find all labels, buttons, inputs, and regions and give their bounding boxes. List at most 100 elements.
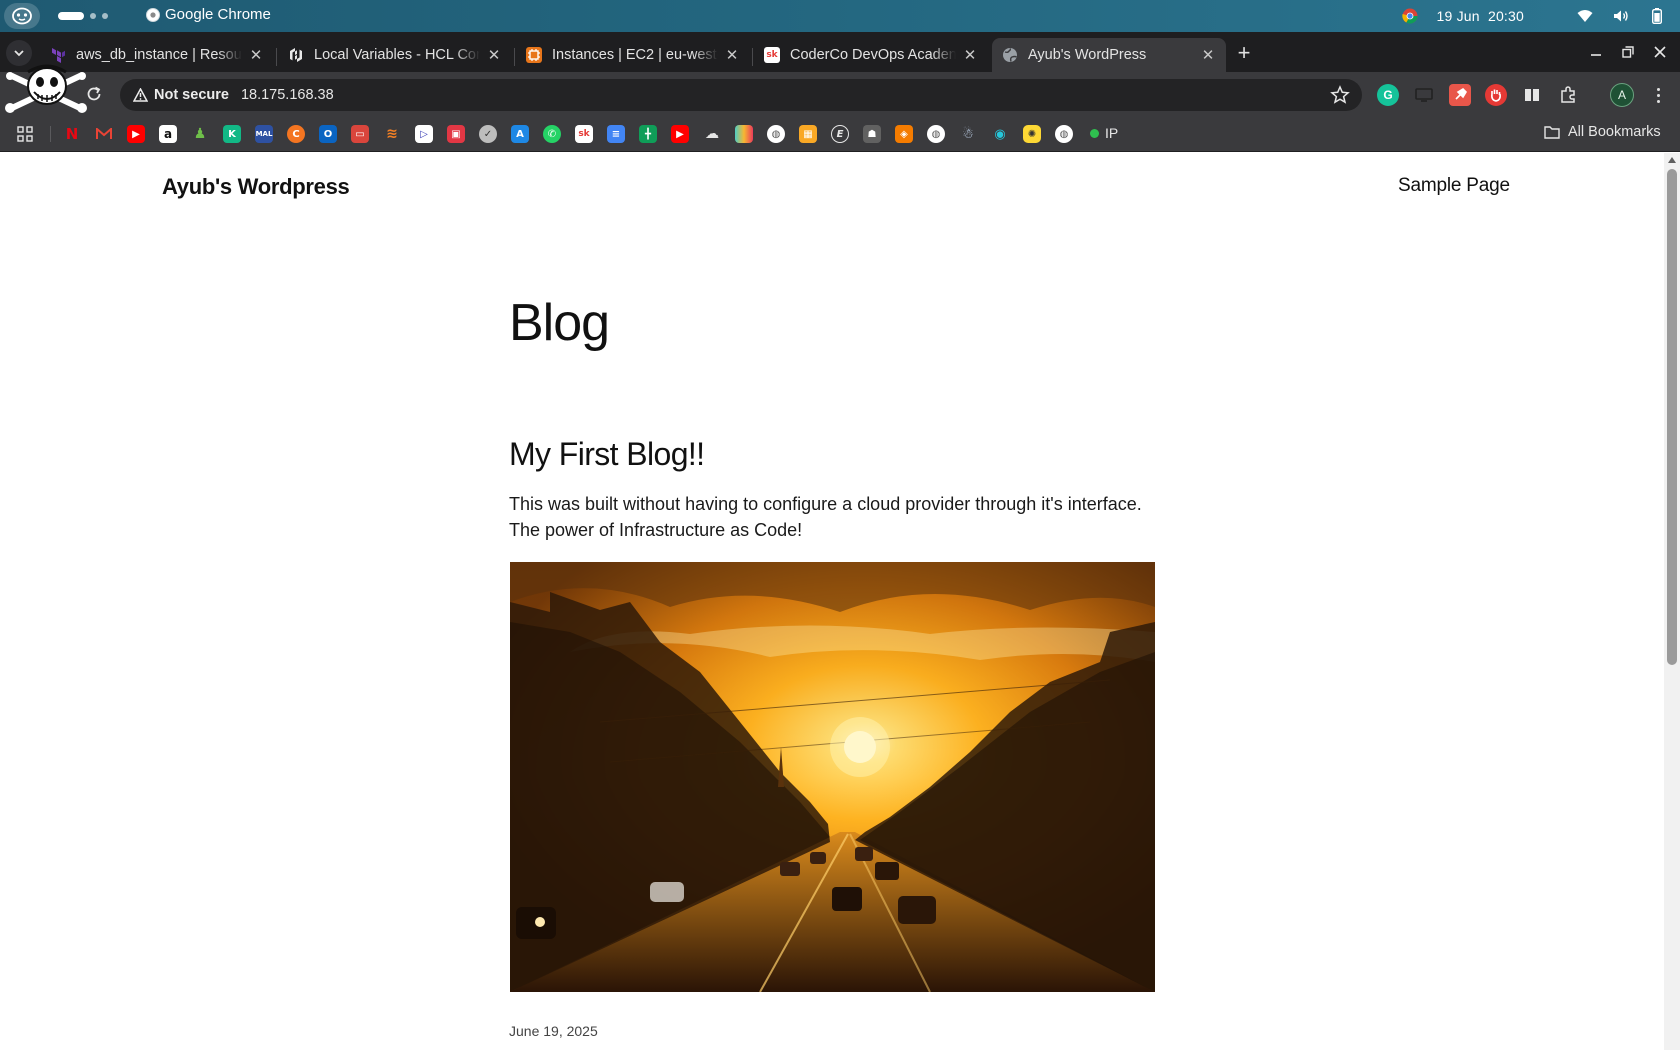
mal-bookmark-icon[interactable]: MAL (255, 125, 273, 143)
workspace-dot[interactable] (102, 13, 108, 19)
screen-cast-extension-icon[interactable] (1413, 84, 1435, 106)
close-tab-icon[interactable]: ✕ (962, 46, 978, 64)
globe-icon (1002, 47, 1018, 63)
box-bookmark-icon[interactable]: ▦ (799, 125, 817, 143)
security-label: Not secure (154, 87, 229, 103)
bus-bookmark-icon[interactable]: ▣ (447, 125, 465, 143)
globe-bookmark-icon-2[interactable]: ◍ (927, 125, 945, 143)
youtube-bookmark-icon[interactable]: ▶ (127, 125, 145, 143)
skool-bookmark-icon[interactable]: sk (575, 125, 593, 143)
tab-separator (514, 48, 515, 66)
aws-bookmark-icon[interactable]: ◈ (895, 125, 913, 143)
volume-icon[interactable] (1612, 7, 1630, 25)
close-icon (1654, 46, 1666, 58)
close-tab-icon[interactable]: ✕ (1200, 46, 1216, 64)
scroll-up-arrow-icon[interactable] (1668, 157, 1676, 163)
profile-avatar[interactable]: A (1610, 83, 1634, 107)
all-bookmarks-button[interactable]: All Bookmarks (1544, 124, 1661, 140)
battery-icon[interactable] (1648, 7, 1666, 25)
cloud-bookmark-icon[interactable]: ☁ (703, 125, 721, 143)
k-bookmark-icon[interactable]: K (223, 125, 241, 143)
chrome-icon (146, 7, 160, 22)
crunchyroll-bookmark-icon[interactable]: C (287, 125, 305, 143)
post-featured-image[interactable] (510, 562, 1155, 992)
page-title: Blog (509, 294, 610, 352)
nav-sample-page-link[interactable]: Sample Page (1398, 175, 1510, 197)
a-bookmark-icon[interactable]: A (511, 125, 529, 143)
apps-grid-icon[interactable] (16, 125, 34, 143)
minimize-window-button[interactable] (1584, 40, 1608, 64)
tab-ec2-instances[interactable]: Instances | EC2 | eu-west- ✕ (516, 38, 750, 72)
check-bookmark-icon[interactable]: ✓ (479, 125, 497, 143)
os-launcher-icon[interactable] (4, 3, 40, 29)
restore-window-button[interactable] (1616, 40, 1640, 64)
skool-icon: sk (764, 47, 780, 63)
tab-ayubs-wordpress[interactable]: Ayub's WordPress ✕ (992, 38, 1226, 72)
new-tab-button[interactable]: + (1232, 42, 1256, 66)
prime-bookmark-icon[interactable]: ▷ (415, 125, 433, 143)
youtube-bookmark-icon-2[interactable]: ▶ (671, 125, 689, 143)
close-window-button[interactable] (1648, 40, 1672, 64)
docs-bookmark-icon[interactable]: ≡ (607, 125, 625, 143)
train-bookmark-icon[interactable]: ▭ (351, 125, 369, 143)
amazon-bookmark-icon[interactable]: a (159, 125, 177, 143)
post-excerpt-line: This was built without having to configu… (509, 494, 1142, 514)
tab-label: aws_db_instance | Resou (76, 47, 242, 63)
grammarly-extension-icon[interactable]: G (1377, 84, 1399, 106)
bookmark-star-icon[interactable] (1330, 85, 1350, 105)
tab-label: Instances | EC2 | eu-west- (552, 47, 718, 63)
chess-bookmark-icon[interactable]: ♟ (191, 125, 209, 143)
workspace-dot[interactable] (90, 13, 96, 19)
post-title-link[interactable]: My First Blog!! (509, 436, 705, 473)
tab-label: CoderCo DevOps Acaden (790, 47, 956, 63)
snow-cloud-bookmark-icon[interactable]: ☃ (959, 125, 977, 143)
workspace-active[interactable] (58, 12, 84, 20)
whatsapp-bookmark-icon[interactable]: ✆ (543, 125, 561, 143)
tab-strip: aws_db_instance | Resou ✕ Local Variable… (0, 32, 1680, 72)
globe-bookmark-icon-3[interactable]: ◍ (1055, 125, 1073, 143)
mask-bookmark-icon[interactable]: ☗ (863, 125, 881, 143)
warning-icon (133, 88, 148, 102)
yellow-bookmark-icon[interactable]: ✺ (1023, 125, 1041, 143)
close-tab-icon[interactable]: ✕ (724, 46, 740, 64)
chevron-down-icon (14, 49, 24, 56)
tab-search-button[interactable] (6, 40, 32, 66)
site-info-chip[interactable]: Not secure (123, 82, 239, 108)
gmail-bookmark-icon[interactable] (95, 125, 113, 143)
hashicorp-icon (288, 47, 304, 63)
clock[interactable]: 19 Jun 20:30 (1437, 8, 1524, 24)
stackoverflow-bookmark-icon[interactable]: ≋ (383, 125, 401, 143)
outlook-bookmark-icon[interactable]: O (319, 125, 337, 143)
active-app-indicator[interactable]: Google Chrome (146, 6, 271, 23)
wifi-icon[interactable] (1576, 7, 1594, 25)
tab-local-variables[interactable]: Local Variables - HCL Con ✕ (278, 38, 512, 72)
chrome-tray-icon[interactable] (1401, 7, 1419, 25)
active-app-name: Google Chrome (165, 6, 271, 23)
tab-coderco-devops[interactable]: sk CoderCo DevOps Acaden ✕ (754, 38, 988, 72)
adblock-extension-icon[interactable] (1485, 84, 1507, 106)
globe-bookmark-icon[interactable]: ◍ (767, 125, 785, 143)
clock-date: 19 Jun (1436, 8, 1480, 24)
extensions-puzzle-icon[interactable] (1557, 84, 1579, 106)
site-title[interactable]: Ayub's Wordpress (162, 174, 350, 200)
page-scrollbar[interactable] (1664, 153, 1680, 1050)
tab-label: Ayub's WordPress (1028, 47, 1147, 63)
colorful-bookmark-icon[interactable] (735, 125, 753, 143)
reading-list-icon[interactable] (1521, 84, 1543, 106)
rocket-extension-icon[interactable] (1449, 84, 1471, 106)
scrollbar-thumb[interactable] (1667, 169, 1677, 665)
post-date[interactable]: June 19, 2025 (509, 1023, 598, 1039)
workspace-indicator[interactable] (58, 12, 108, 20)
e-bookmark-icon[interactable]: E (831, 125, 849, 143)
address-bar[interactable]: Not secure 18.175.168.38 (120, 79, 1362, 111)
url-text[interactable]: 18.175.168.38 (241, 87, 334, 103)
all-bookmarks-label: All Bookmarks (1568, 124, 1661, 140)
ip-bookmark-label: IP (1105, 125, 1119, 141)
netflix-bookmark-icon[interactable]: N (63, 125, 81, 143)
close-tab-icon[interactable]: ✕ (486, 46, 502, 64)
chrome-menu-icon[interactable] (1650, 84, 1666, 106)
eye-bookmark-icon[interactable]: ◉ (991, 125, 1009, 143)
sheets-bookmark-icon[interactable]: ╋ (639, 125, 657, 143)
ip-bookmark[interactable]: IP (1090, 125, 1118, 141)
close-tab-icon[interactable]: ✕ (248, 46, 264, 64)
